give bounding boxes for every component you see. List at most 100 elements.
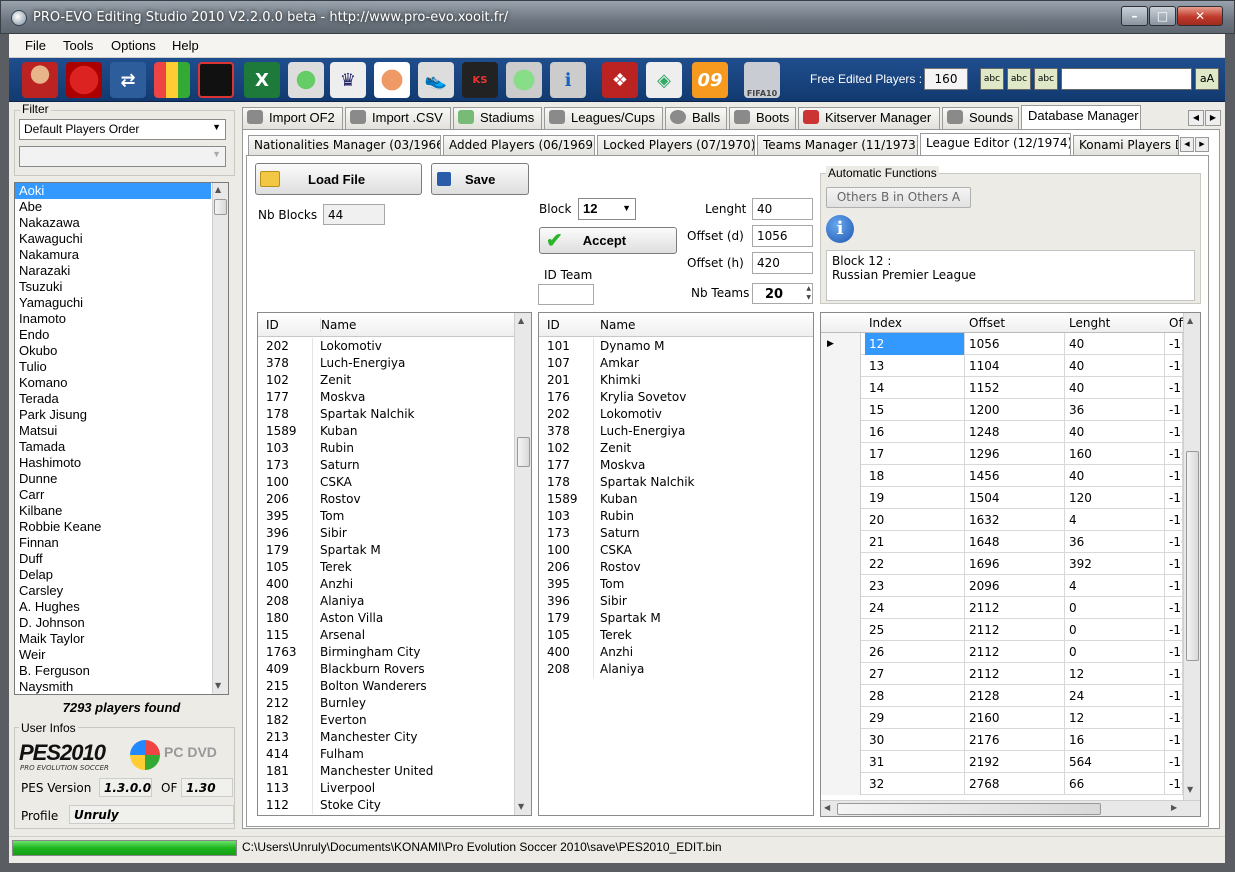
table-row[interactable]: 176 Krylia Sovetov	[539, 389, 813, 406]
player-list-item[interactable]: Carsley	[15, 583, 228, 599]
table-row[interactable]: 102 Zenit	[258, 372, 531, 389]
table-row[interactable]: 102 Zenit	[539, 440, 813, 457]
boot-icon[interactable]: 👟	[418, 62, 454, 98]
player-list-item[interactable]: Matsui	[15, 423, 228, 439]
player-list-item[interactable]: Robbie Keane	[15, 519, 228, 535]
tab-balls[interactable]: Balls	[665, 107, 727, 129]
player-transfer-icon[interactable]: ⇄	[110, 62, 146, 98]
table-row[interactable]: 113 Liverpool	[258, 780, 531, 797]
tab-kitserver-manager[interactable]: Kitserver Manager	[798, 107, 940, 129]
tab-scroll-left-icon[interactable]: ◀	[1188, 110, 1204, 126]
table-row[interactable]: 173 Saturn	[258, 457, 531, 474]
row-header[interactable]	[821, 465, 861, 487]
league-teams-grid[interactable]: ID Name 101 Dynamo M 107 Amkar 201 Khimki 176 K…	[538, 312, 814, 816]
case-toggle-button[interactable]: aA	[1195, 68, 1219, 90]
window-icon[interactable]	[198, 62, 234, 98]
dragon-icon[interactable]: ❖	[602, 62, 638, 98]
player-list-item[interactable]: Naysmith	[15, 679, 228, 694]
minimize-button[interactable]: –	[1121, 6, 1148, 26]
table-row[interactable]: 2621120-16	[821, 641, 1200, 663]
table-row[interactable]: 213 Manchester City	[258, 729, 531, 746]
tab-stadiums[interactable]: Stadiums	[453, 107, 542, 129]
table-row[interactable]: 191504120-16	[821, 487, 1200, 509]
table-row[interactable]: 206 Rostov	[258, 491, 531, 508]
lenght-input[interactable]: 40	[752, 198, 813, 220]
table-row[interactable]: 378 Luch-Energiya	[258, 355, 531, 372]
maximize-button[interactable]: □	[1149, 6, 1176, 26]
row-header[interactable]	[821, 399, 861, 421]
spellcheck-button-3[interactable]: abc	[1034, 68, 1058, 90]
table-row[interactable]: 396 Sibir	[539, 593, 813, 610]
row-header[interactable]	[821, 531, 861, 553]
player-list-item[interactable]: Nakamura	[15, 247, 228, 263]
subtab-teams-manager[interactable]: Teams Manager (11/1973)	[757, 135, 918, 156]
player-list-item[interactable]: Kilbane	[15, 503, 228, 519]
row-header[interactable]	[821, 619, 861, 641]
database-info-icon[interactable]: ℹ	[550, 62, 586, 98]
column-header-name[interactable]: Name	[320, 318, 356, 332]
column-header-lenght[interactable]: Lenght	[1069, 316, 1110, 330]
player-list-item[interactable]: Komano	[15, 375, 228, 391]
table-row[interactable]: 100 CSKA	[258, 474, 531, 491]
menu-tools[interactable]: Tools	[63, 38, 93, 53]
player-list-scroll-thumb[interactable]	[214, 199, 227, 215]
tab-database-manager[interactable]: Database Manager	[1021, 105, 1141, 129]
row-header[interactable]	[821, 707, 861, 729]
pes09-icon[interactable]: 09	[692, 62, 728, 98]
player-list-item[interactable]: Duff	[15, 551, 228, 567]
table-row[interactable]: 212 Burnley	[258, 695, 531, 712]
subtab-scroll-right-icon[interactable]: ▶	[1195, 137, 1209, 152]
table-row[interactable]: 181 Manchester United	[258, 763, 531, 780]
scroll-up-icon[interactable]: ▲	[215, 185, 221, 194]
table-row[interactable]: 208 Alaniya	[539, 661, 813, 678]
player-list-item[interactable]: A. Hughes	[15, 599, 228, 615]
stadium-icon[interactable]	[288, 62, 324, 98]
table-row[interactable]: 178 Spartak Nalchik	[258, 406, 531, 423]
row-header[interactable]	[821, 443, 861, 465]
row-header[interactable]	[821, 751, 861, 773]
table-row[interactable]: 179 Spartak M	[539, 610, 813, 627]
kitserver-icon[interactable]: KS	[462, 62, 498, 98]
table-row[interactable]: 221696392-16	[821, 553, 1200, 575]
table-row[interactable]: 18145640-16	[821, 465, 1200, 487]
table-row[interactable]: 1763 Birmingham City	[258, 644, 531, 661]
player-list-item[interactable]: Kawaguchi	[15, 231, 228, 247]
subtab-league-editor[interactable]: League Editor (12/1974)	[920, 133, 1071, 156]
table-row[interactable]: 171296160-16	[821, 443, 1200, 465]
player-list-scrollbar[interactable]: ▲ ▼	[212, 183, 228, 694]
table-row[interactable]: 206 Rostov	[539, 559, 813, 576]
table-row[interactable]: 103 Rubin	[539, 508, 813, 525]
table-row[interactable]: 101 Dynamo M	[539, 338, 813, 355]
table-row[interactable]: 107 Amkar	[539, 355, 813, 372]
subtab-locked-players[interactable]: Locked Players (07/1970)	[597, 135, 755, 156]
player-list-item[interactable]: Delap	[15, 567, 228, 583]
table-row[interactable]: 202 Lokomotiv	[258, 338, 531, 355]
player-list-item[interactable]: Carr	[15, 487, 228, 503]
table-row[interactable]: 177 Moskva	[539, 457, 813, 474]
teams-grid[interactable]: ID Name 202 Lokomotiv 378 Luch-Energiya 102 Z…	[257, 312, 532, 816]
load-file-button[interactable]: Load File	[255, 163, 422, 195]
shield-icon[interactable]: ◈	[646, 62, 682, 98]
row-header[interactable]	[821, 355, 861, 377]
table-row[interactable]: 178 Spartak Nalchik	[539, 474, 813, 491]
player-list-item[interactable]: Terada	[15, 391, 228, 407]
subtab-added-players[interactable]: Added Players (06/1969)	[443, 135, 595, 156]
tab-import-csv[interactable]: Import .CSV	[345, 107, 451, 129]
close-button[interactable]: ✕	[1177, 6, 1223, 26]
player-list[interactable]: Aoki Abe Nakazawa Kawaguchi Nakamura Narazaki…	[14, 182, 229, 695]
row-header[interactable]	[821, 597, 861, 619]
row-header[interactable]	[821, 377, 861, 399]
column-header-offset[interactable]: Offset	[969, 316, 1005, 330]
teams-grid-scroll-thumb[interactable]	[517, 437, 530, 467]
table-row[interactable]: 103 Rubin	[258, 440, 531, 457]
player-list-item[interactable]: Dunne	[15, 471, 228, 487]
scroll-right-icon[interactable]: ▶	[1171, 803, 1177, 812]
row-header[interactable]	[821, 509, 861, 531]
row-header[interactable]	[821, 685, 861, 707]
row-header[interactable]	[821, 575, 861, 597]
spellcheck-button-1[interactable]: abc	[980, 68, 1004, 90]
player-list-item[interactable]: Tulio	[15, 359, 228, 375]
player-list-item[interactable]: D. Johnson	[15, 615, 228, 631]
scroll-down-icon[interactable]: ▼	[518, 802, 524, 811]
index-grid-vscrollbar[interactable]: ▲ ▼	[1183, 313, 1200, 800]
